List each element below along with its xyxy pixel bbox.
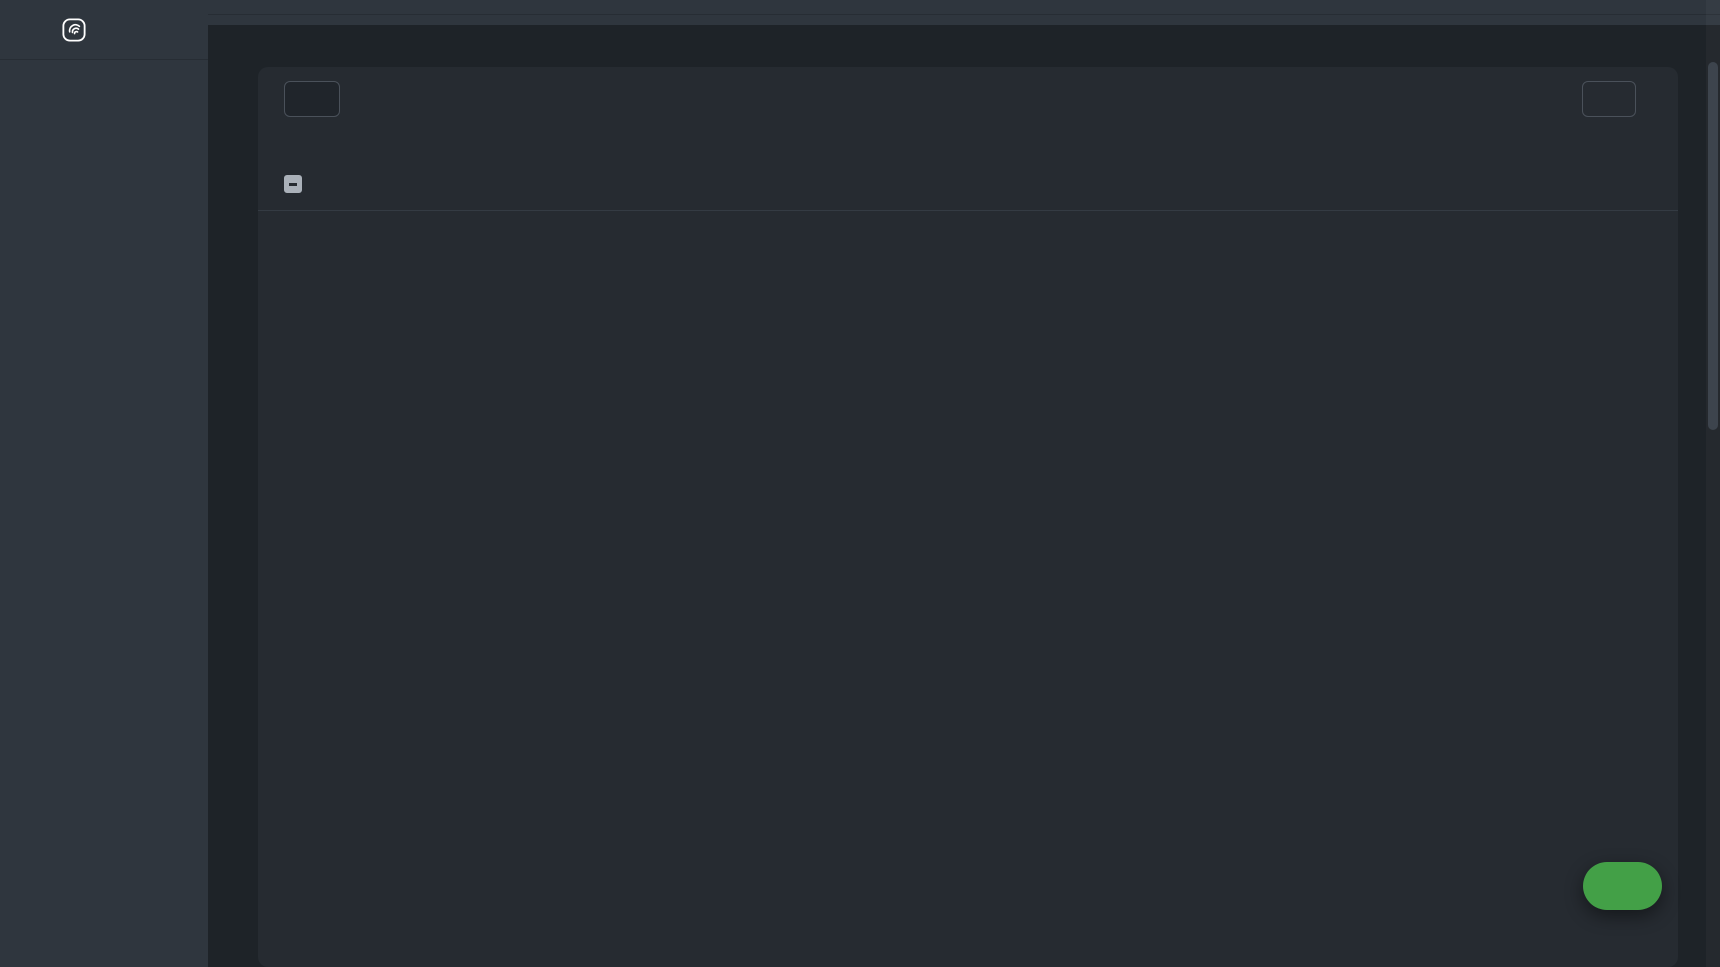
logo-row [0, 0, 208, 60]
table-header [258, 161, 1678, 211]
search-box [362, 89, 1582, 109]
tab-bar [208, 15, 1720, 25]
topbar [208, 0, 1720, 15]
plus-icon [1601, 875, 1623, 897]
filter-chips-row [258, 117, 1678, 137]
scrollbar-thumb[interactable] [1708, 62, 1718, 430]
filter-button[interactable] [284, 81, 340, 117]
column-header-status[interactable] [965, 178, 1078, 194]
permissions-dropdown[interactable] [1582, 81, 1636, 117]
invite-users-button[interactable] [1583, 862, 1662, 910]
sort-desc-icon[interactable] [975, 178, 991, 194]
users-card [258, 67, 1678, 967]
content [208, 25, 1720, 967]
main-area [208, 0, 1720, 967]
sidebar-nav [0, 60, 208, 71]
toolbar-actions [1582, 81, 1664, 117]
select-all-checkbox[interactable] [284, 175, 302, 193]
chevron-down-icon [1607, 90, 1625, 108]
search-icon [362, 89, 382, 109]
crowdin-logo[interactable] [61, 17, 96, 43]
app-root [0, 0, 1720, 967]
search-input[interactable] [393, 91, 813, 108]
sidebar [0, 0, 208, 967]
vertical-scrollbar[interactable] [1706, 0, 1720, 967]
column-settings-icon[interactable] [1642, 175, 1664, 197]
toolbar [258, 67, 1678, 117]
crowdin-logo-icon [61, 17, 87, 43]
hamburger-menu-icon[interactable] [23, 19, 45, 41]
filter-icon [299, 91, 316, 108]
